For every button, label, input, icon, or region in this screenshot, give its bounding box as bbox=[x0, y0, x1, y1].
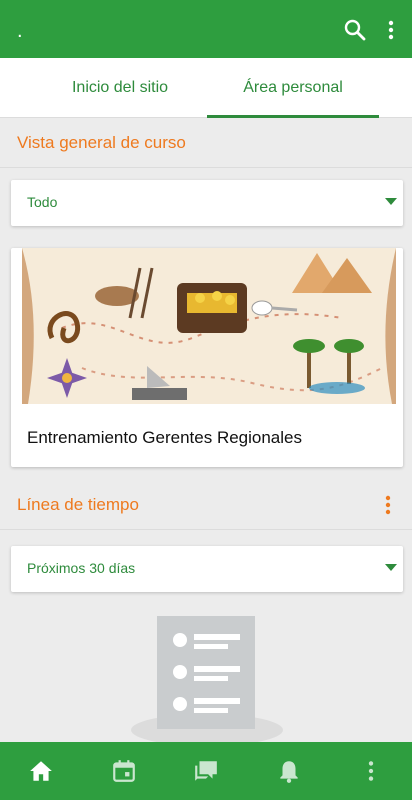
course-filter-select[interactable]: Todo bbox=[11, 180, 403, 226]
empty-timeline-icon bbox=[131, 616, 283, 746]
course-overview-header: Vista general de curso bbox=[0, 118, 412, 168]
bottom-nav bbox=[0, 742, 412, 800]
messages-icon[interactable] bbox=[193, 758, 219, 784]
tab-site-home[interactable]: Inicio del sitio bbox=[30, 58, 210, 118]
timeline-filter-select[interactable]: Próximos 30 días bbox=[11, 546, 403, 592]
course-overview-title: Vista general de curso bbox=[17, 133, 186, 152]
tab-bar: Inicio del sitio Área personal bbox=[0, 58, 412, 118]
calendar-icon[interactable] bbox=[111, 758, 137, 784]
course-banner-image bbox=[22, 248, 396, 404]
dropdown-caret-icon bbox=[385, 564, 397, 571]
more-vert-icon[interactable] bbox=[382, 18, 400, 42]
app-bar: . bbox=[0, 0, 412, 58]
timeline-more-icon[interactable] bbox=[383, 494, 393, 516]
dropdown-caret-icon bbox=[385, 198, 397, 205]
timeline-title: Línea de tiempo bbox=[17, 495, 139, 514]
course-filter-value: Todo bbox=[27, 194, 58, 210]
home-icon[interactable] bbox=[28, 758, 54, 784]
app-title: . bbox=[17, 20, 23, 42]
tab-dashboard[interactable]: Área personal bbox=[207, 58, 379, 118]
course-name[interactable]: Entrenamiento Gerentes Regionales bbox=[27, 428, 302, 448]
more-icon[interactable] bbox=[358, 758, 384, 784]
notifications-icon[interactable] bbox=[276, 758, 302, 784]
timeline-filter-value: Próximos 30 días bbox=[27, 560, 136, 576]
timeline-header: Línea de tiempo bbox=[0, 480, 412, 530]
course-card[interactable]: Entrenamiento Gerentes Regionales bbox=[11, 248, 403, 467]
search-icon[interactable] bbox=[343, 18, 367, 42]
